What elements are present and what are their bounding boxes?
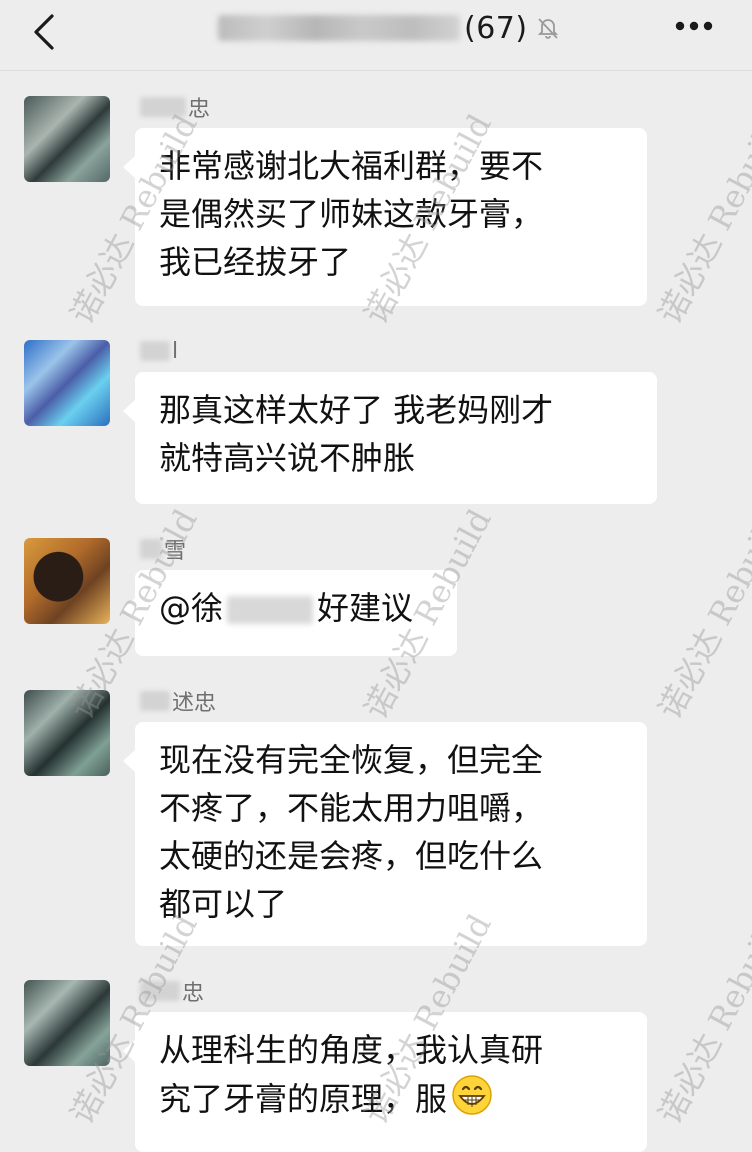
chat-header: (67) (0, 0, 752, 71)
message-bubble[interactable]: @徐 好建议 (123, 570, 457, 656)
message-line: 就特高兴说不肿胀 (159, 439, 416, 477)
mention-text: @徐 (159, 589, 224, 627)
avatar[interactable] (24, 980, 110, 1066)
sender-name: 忠 (140, 974, 204, 1008)
sender-name-obscured (140, 97, 186, 117)
sender-name-text: 忠 (188, 97, 211, 122)
grinning-face-icon (452, 1075, 492, 1115)
message-line: 都可以了 (159, 885, 288, 923)
message-line: 从理科生的角度，我认真研 (159, 1031, 544, 1069)
sender-name-obscured (140, 691, 170, 711)
sender-name-text: 述忠 (172, 691, 217, 716)
message-text: 究了牙膏的原理，服 (159, 1080, 448, 1118)
watermark: 诺必达 Rebuild (650, 503, 752, 726)
avatar[interactable] (24, 690, 110, 776)
avatar[interactable] (24, 340, 110, 426)
message-line: 现在没有完全恢复，但完全 (159, 741, 544, 779)
bell-muted-icon (537, 18, 558, 39)
sender-name: 忠 (140, 90, 210, 124)
message-bubble[interactable]: 那真这样太好了 我老妈刚才 就特高兴说不肿胀 (123, 372, 657, 504)
message-line: 究了牙膏的原理，服 (159, 1074, 625, 1123)
message-line: 我已经拔牙了 (159, 243, 352, 281)
sender-name: 雪 (140, 532, 186, 566)
sender-name-text: 忠 (182, 981, 205, 1006)
chevron-left-icon[interactable] (30, 12, 60, 52)
avatar[interactable] (24, 538, 110, 624)
chat-title: (67) (218, 8, 560, 48)
sender-name: 述忠 (140, 684, 216, 718)
message-line: 是偶然买了师妹这款牙膏， (159, 195, 544, 233)
more-dots-icon[interactable] (674, 20, 714, 32)
message-line: 非常感谢北大福利群，要不 (159, 147, 544, 185)
message-bubble[interactable]: 从理科生的角度，我认真研 究了牙膏的原理，服 (123, 1012, 647, 1152)
sender-name-obscured (140, 539, 162, 559)
watermark: 诺必达 Rebuild (650, 108, 752, 331)
message-bubble[interactable]: 非常感谢北大福利群，要不 是偶然买了师妹这款牙膏， 我已经拔牙了 (123, 128, 647, 306)
message-line: 那真这样太好了 我老妈刚才 (159, 391, 554, 429)
sender-name-obscured (140, 981, 180, 1001)
sender-name: l (140, 334, 178, 368)
message-line: 不疼了，不能太用力咀嚼， (159, 789, 544, 827)
message-text: 好建议 (317, 589, 414, 627)
message-bubble[interactable]: 现在没有完全恢复，但完全 不疼了，不能太用力咀嚼， 太硬的还是会疼，但吃什么 都… (123, 722, 647, 946)
message-line: @徐 好建议 (159, 584, 435, 632)
sender-name-text: 雪 (164, 539, 187, 564)
sender-name-text: l (172, 338, 179, 364)
avatar[interactable] (24, 96, 110, 182)
group-name-obscured (218, 15, 460, 41)
sender-name-obscured (140, 341, 170, 361)
mention-name-obscured (227, 596, 314, 624)
member-count: (67) (464, 10, 528, 46)
message-line: 太硬的还是会疼，但吃什么 (159, 837, 544, 875)
watermark: 诺必达 Rebuild (650, 908, 752, 1131)
